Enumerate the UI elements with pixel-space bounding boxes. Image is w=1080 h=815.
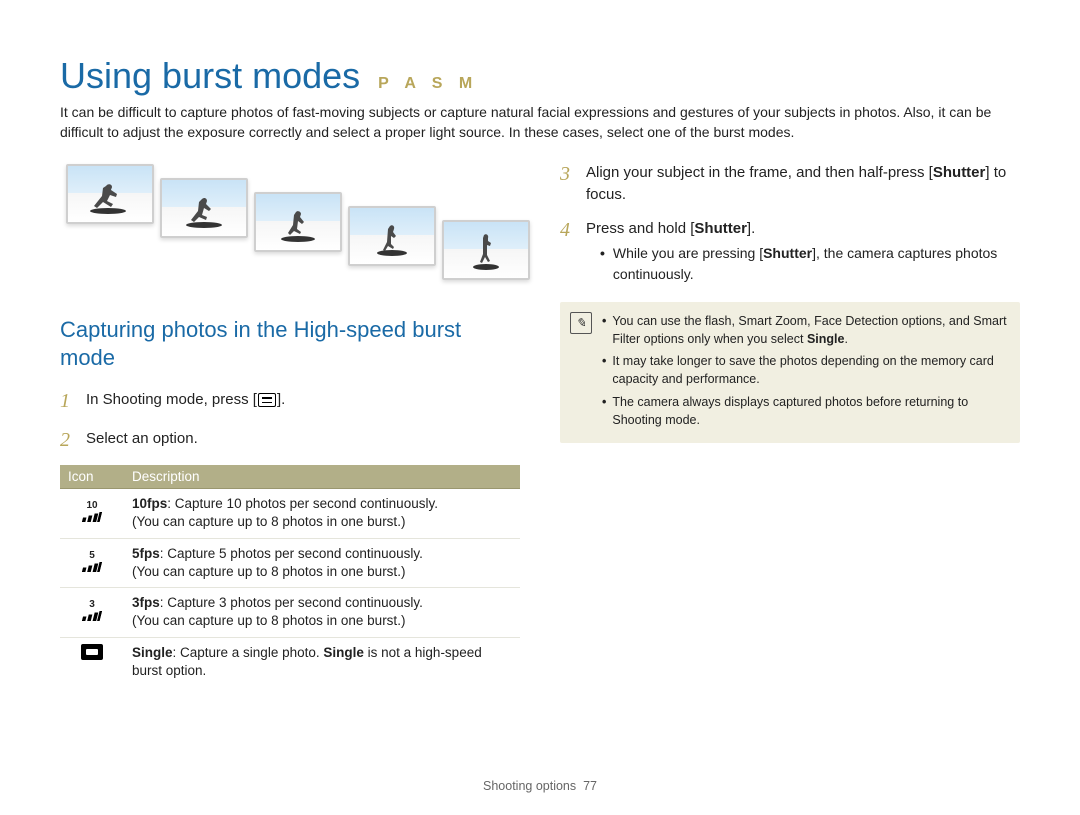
step-number: 4 [560, 216, 576, 284]
col-icon: Icon [60, 465, 124, 489]
note-item: •It may take longer to save the photos d… [602, 352, 1008, 388]
step-2: 2 Select an option. [60, 426, 520, 455]
step-number: 3 [560, 160, 576, 206]
burst-frame-2 [160, 178, 248, 238]
step-text-post: ]. [277, 391, 285, 408]
burst-frame-1 [66, 164, 154, 224]
table-row: 10 10fps: Capture 10 photos per second c… [60, 489, 520, 538]
footer: Shooting options 77 [0, 779, 1080, 793]
options-table: Icon Description 10 10fps: Capture 10 ph… [60, 465, 520, 686]
step-4-bullet: • While you are pressing [Shutter], the … [600, 243, 1020, 284]
burst-frame-3 [254, 192, 342, 252]
mode-indicator: P A S M [378, 75, 478, 93]
burst-menu-icon [258, 393, 276, 407]
subheading: Capturing photos in the High-speed burst… [60, 316, 520, 371]
footer-section: Shooting options [483, 779, 576, 793]
step-1: 1 In Shooting mode, press []. [60, 387, 520, 416]
table-row: 5 5fps: Capture 5 photos per second cont… [60, 538, 520, 587]
page-title: Using burst modes [60, 55, 360, 97]
burst-frame-4 [348, 206, 436, 266]
burst-frame-5 [442, 220, 530, 280]
burst-5fps-icon: 5 [83, 551, 101, 572]
step-number: 2 [60, 426, 76, 455]
footer-page: 77 [583, 779, 597, 793]
note-item: •The camera always displays captured pho… [602, 393, 1008, 429]
title-line: Using burst modes P A S M [60, 55, 1020, 97]
table-row: Single: Capture a single photo. Single i… [60, 637, 520, 686]
note-icon: ✎ [570, 312, 592, 334]
note-item: •You can use the flash, Smart Zoom, Face… [602, 312, 1008, 348]
step-text: Select an option. [86, 426, 198, 455]
step-3: 3 Align your subject in the frame, and t… [560, 160, 1020, 206]
burst-3fps-icon: 3 [83, 600, 101, 621]
burst-illustration [66, 164, 520, 280]
note-box: ✎ •You can use the flash, Smart Zoom, Fa… [560, 302, 1020, 443]
step-number: 1 [60, 387, 76, 416]
col-description: Description [124, 465, 520, 489]
single-shot-icon [81, 644, 103, 660]
table-row: 3 3fps: Capture 3 photos per second cont… [60, 588, 520, 637]
intro-text: It can be difficult to capture photos of… [60, 103, 1020, 142]
burst-10fps-icon: 10 [83, 501, 101, 522]
step-text: In Shooting mode, press [ [86, 391, 257, 408]
step-4: 4 Press and hold [Shutter]. • While you … [560, 216, 1020, 284]
